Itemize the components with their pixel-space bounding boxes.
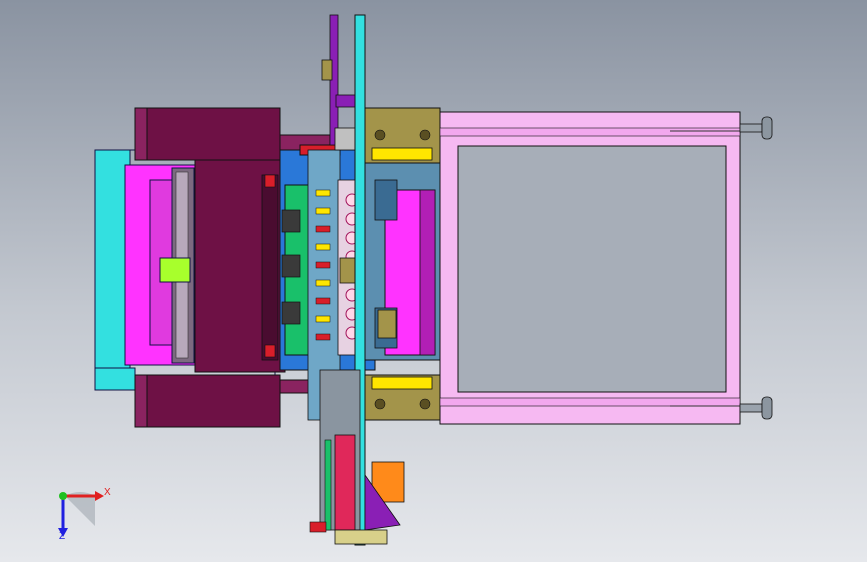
graphics-viewport[interactable]: X Z	[0, 0, 867, 562]
green-rail	[324, 439, 332, 531]
pink-rail-top	[439, 127, 741, 137]
sensor-array	[315, 189, 331, 341]
bolt-bottom-2	[419, 398, 431, 410]
knob-stem-top	[739, 123, 763, 133]
triad-x-label: X	[104, 487, 111, 498]
maroon-top-cap	[134, 107, 148, 161]
olive-cylinder	[377, 309, 397, 339]
maroon-bottom-cylinder	[134, 374, 281, 428]
knob-stem-bottom	[739, 403, 763, 413]
bolt-bottom-1	[374, 398, 386, 410]
maroon-bottom-cap	[134, 374, 148, 428]
dark-rail-strip	[261, 174, 279, 361]
lime-block	[159, 257, 191, 283]
y-axis-dot	[59, 492, 67, 500]
dark-slot-1	[281, 209, 301, 233]
red-tube	[334, 434, 356, 531]
knob-head-bottom	[761, 396, 773, 420]
x-axis-arrow	[95, 491, 104, 501]
red-fitting-2	[264, 344, 276, 358]
cad-assembly-top-view[interactable]	[0, 0, 867, 562]
bolt-top-1	[374, 129, 386, 141]
steel-cylinder-top	[374, 179, 398, 221]
magenta-slide-dark	[419, 189, 436, 356]
maroon-top-cylinder	[134, 107, 281, 161]
triad-z-label: Z	[59, 531, 66, 542]
red-bit	[309, 521, 327, 533]
bolt-top-2	[419, 129, 431, 141]
pink-rail-bottom	[439, 397, 741, 407]
olive-foot	[334, 529, 388, 545]
cyan-lower-strip	[94, 367, 136, 391]
dark-slot-2	[281, 254, 301, 278]
pink-frame-opening	[457, 145, 727, 393]
top-arm-olive	[321, 59, 333, 81]
yellow-pad-bottom	[371, 376, 433, 390]
red-fitting	[264, 174, 276, 188]
knob-head-top	[761, 116, 773, 140]
yellow-pad-top	[371, 147, 433, 161]
dark-slot-3	[281, 301, 301, 325]
